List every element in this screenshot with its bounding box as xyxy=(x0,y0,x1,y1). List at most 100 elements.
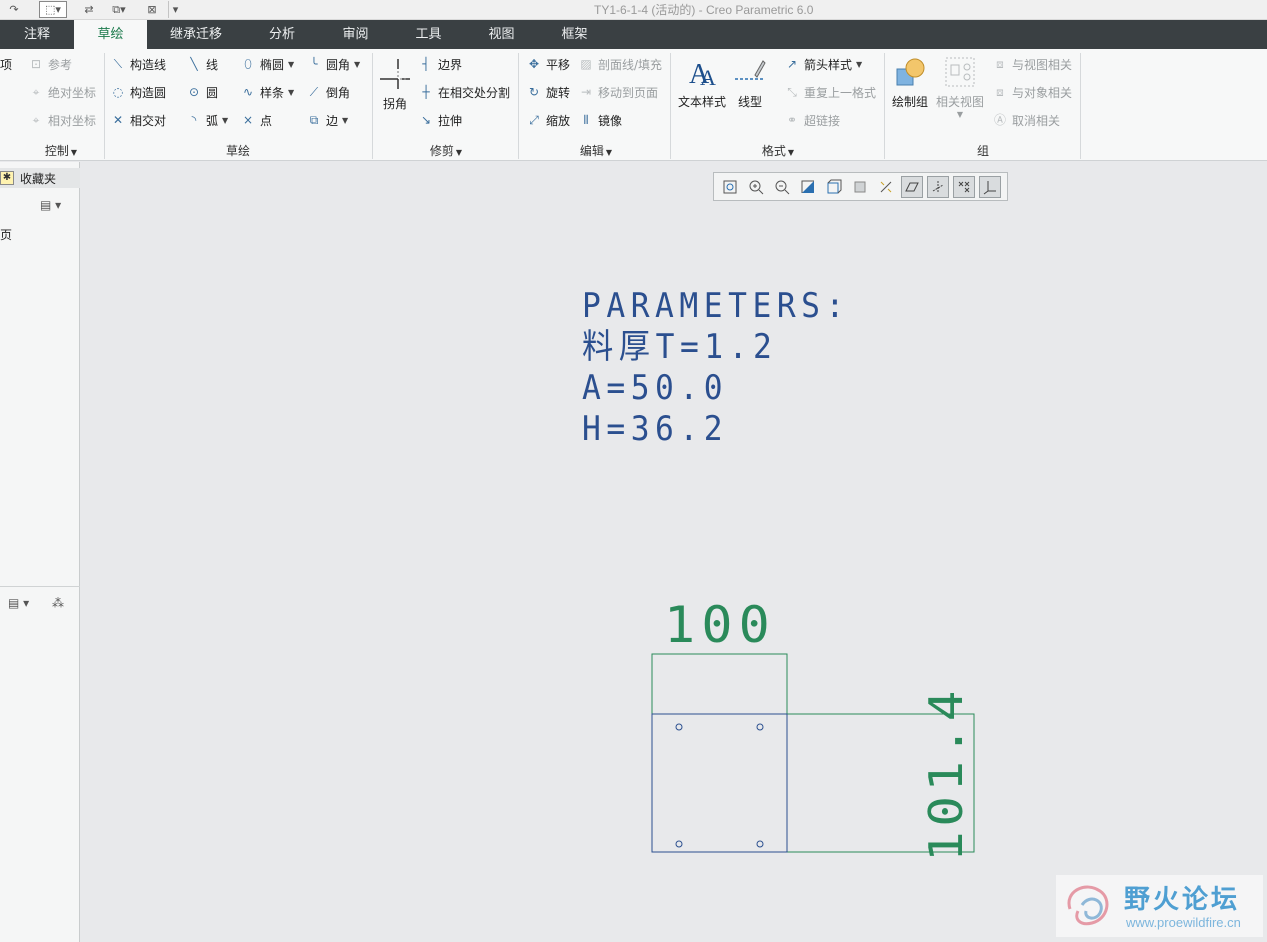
windows-icon[interactable]: ⧉▾ xyxy=(104,1,134,18)
hatch-fill-button[interactable]: ▨ 剖面线/填充 xyxy=(578,54,662,74)
close-window-icon[interactable]: ⊠ xyxy=(143,1,161,18)
repaint-icon[interactable] xyxy=(797,176,819,198)
move-to-sheet-button[interactable]: ⇥ 移动到页面 xyxy=(578,82,658,102)
hyperlink-button[interactable]: ⚭ 超链接 xyxy=(784,110,840,130)
hole[interactable] xyxy=(675,840,683,848)
part-outline[interactable] xyxy=(651,713,788,853)
saved-views-icon[interactable] xyxy=(823,176,845,198)
spline-button[interactable]: ∿ 样条 ▼ xyxy=(240,82,294,102)
rotate-button[interactable]: ↻ 旋转 xyxy=(526,82,570,102)
tab-annotate[interactable]: 注释 xyxy=(0,20,74,49)
related-view-icon xyxy=(945,57,975,87)
regenerate-icon[interactable]: ⇄ xyxy=(80,1,98,18)
page-item[interactable]: 页 xyxy=(0,226,12,243)
boundary-label: 边界 xyxy=(438,57,463,72)
group-label-trim[interactable]: 修剪 ▼ xyxy=(424,142,468,158)
draw-group-button[interactable]: 绘制组 xyxy=(890,55,930,110)
arc-dropdown-icon[interactable]: ▼ xyxy=(222,116,228,125)
tab-view[interactable]: 视图 xyxy=(465,20,538,49)
group-label-edit[interactable]: 编辑 ▼ xyxy=(574,142,618,158)
plane-display-icon[interactable] xyxy=(901,175,923,198)
arrow-style-button[interactable]: ↗ 箭头样式 ▼ xyxy=(784,54,862,74)
dimension-width[interactable]: 100 xyxy=(664,596,776,654)
translate-label: 平移 xyxy=(546,57,571,72)
edge-dropdown-icon[interactable]: ▼ xyxy=(342,116,348,125)
absolute-coord-button[interactable]: ⌖ 绝对坐标 xyxy=(28,82,96,102)
mirror-button[interactable]: ⫴ 镜像 xyxy=(578,110,622,130)
relate-to-object-button[interactable]: ⧈ 与对象相关 xyxy=(992,82,1072,102)
tab-frame[interactable]: 框架 xyxy=(538,20,611,49)
select-box-icon[interactable]: ⬚▾ xyxy=(39,1,67,18)
translate-button[interactable]: ✥ 平移 xyxy=(526,54,570,74)
spline-dropdown-icon[interactable]: ▼ xyxy=(288,88,294,97)
arc-button[interactable]: ◝ 弧 ▼ xyxy=(186,110,229,130)
hole[interactable] xyxy=(675,723,683,731)
relative-coord-button[interactable]: ⌖ 相对坐标 xyxy=(28,110,96,130)
absolute-coord-icon: ⌖ xyxy=(32,85,40,99)
scale-button[interactable]: ⤢ 缩放 xyxy=(526,110,570,130)
fillet-button[interactable]: ╰ 圆角 ▼ xyxy=(306,54,360,74)
relate-to-view-button[interactable]: ⧈ 与视图相关 xyxy=(992,54,1072,74)
tab-tools[interactable]: 工具 xyxy=(392,20,465,49)
group-label-format[interactable]: 格式 ▼ xyxy=(756,142,800,158)
edge-button[interactable]: ⧉ 边 ▼ xyxy=(306,110,348,130)
csys-display-icon[interactable] xyxy=(979,175,1001,198)
tab-sketch[interactable]: 草绘 xyxy=(74,20,147,49)
drawing-view[interactable]: 100 101.4 xyxy=(640,590,1000,880)
arrow-style-dropdown-icon[interactable]: ▼ xyxy=(856,60,862,69)
edge-label: 边 xyxy=(326,113,339,128)
repeat-last-format-button[interactable]: ⤡ 重复上一格式 xyxy=(784,82,876,102)
unrelate-button[interactable]: Ⓐ 取消相关 xyxy=(992,110,1060,130)
list-settings-icon[interactable]: ▤ ▾ xyxy=(40,198,61,212)
datum-display-icon[interactable] xyxy=(875,176,897,198)
construction-circle-button[interactable]: ◌ 构造圆 xyxy=(110,82,166,102)
line-button[interactable]: ╲ 线 xyxy=(186,54,218,74)
group-label-control[interactable]: 控制 ▼ xyxy=(40,142,82,158)
redo-icon[interactable]: ↷ xyxy=(4,1,24,18)
construction-line-button[interactable]: ⟍ 构造线 xyxy=(110,54,166,74)
hole[interactable] xyxy=(756,723,764,731)
axis-display-icon[interactable] xyxy=(927,175,949,198)
chamfer-label: 倒角 xyxy=(326,85,351,100)
zoom-in-icon[interactable] xyxy=(745,176,767,198)
forum-title: 野火论坛 xyxy=(1124,885,1241,915)
stretch-button[interactable]: ↘ 拉伸 xyxy=(418,110,462,130)
hatch-label: 剖面线/填充 xyxy=(598,57,663,72)
tab-legacy-migration[interactable]: 继承迁移 xyxy=(147,20,245,49)
unrelate-icon: Ⓐ xyxy=(993,113,1006,127)
reference-button[interactable]: ⊡ 参考 xyxy=(28,54,72,74)
circle-button[interactable]: ⊙ 圆 xyxy=(186,82,218,102)
fillet-dropdown-icon[interactable]: ▼ xyxy=(354,60,360,69)
point-button[interactable]: × 点 xyxy=(240,110,272,130)
line-style-button[interactable]: 线型 xyxy=(732,55,768,110)
divide-at-intersection-button[interactable]: ┼ 在相交处分割 xyxy=(418,82,510,102)
tree-filter-icon[interactable]: ⁂ xyxy=(52,596,64,610)
text-style-label: 文本样式 xyxy=(677,95,726,109)
item-button[interactable]: 项 xyxy=(0,54,12,74)
separator xyxy=(884,53,885,159)
customize-qa-icon[interactable]: ▾ xyxy=(168,1,182,18)
separator xyxy=(104,53,105,159)
boundary-button[interactable]: ┤ 边界 xyxy=(418,54,462,74)
chamfer-button[interactable]: ⟋ 倒角 xyxy=(306,82,350,102)
intersect-pair-button[interactable]: ✕ 相交对 xyxy=(110,110,166,130)
text-style-button[interactable]: AA 文本样式 xyxy=(676,55,728,110)
point-display-icon[interactable] xyxy=(953,175,975,198)
ribbon-tab-strip: 注释 草绘 继承迁移 分析 审阅 工具 视图 框架 xyxy=(0,20,1267,49)
line-icon: ╲ xyxy=(190,57,198,71)
ellipse-button[interactable]: ⬯ 椭圆 ▼ xyxy=(240,54,294,74)
corner-button[interactable]: 拐角 xyxy=(378,57,412,112)
favorites-tab[interactable]: ✱ 收藏夹 xyxy=(0,168,80,188)
dimension-height[interactable]: 101.4 xyxy=(919,686,973,862)
related-view-button[interactable]: 相关视图 ▼ xyxy=(934,55,986,119)
tab-analysis[interactable]: 分析 xyxy=(245,20,319,49)
tab-review[interactable]: 审阅 xyxy=(319,20,392,49)
zoom-out-icon[interactable] xyxy=(771,176,793,198)
tree-settings-icon[interactable]: ▤ ▾ xyxy=(8,596,29,610)
refit-icon[interactable] xyxy=(719,176,741,198)
ellipse-dropdown-icon[interactable]: ▼ xyxy=(288,60,294,69)
parameters-note[interactable]: PARAMETERS: 料厚T=1.2 A=50.0 H=36.2 xyxy=(582,286,850,450)
hole[interactable] xyxy=(756,840,764,848)
display-style-icon[interactable] xyxy=(849,176,871,198)
group-label-trim-text: 修剪 xyxy=(429,144,454,158)
